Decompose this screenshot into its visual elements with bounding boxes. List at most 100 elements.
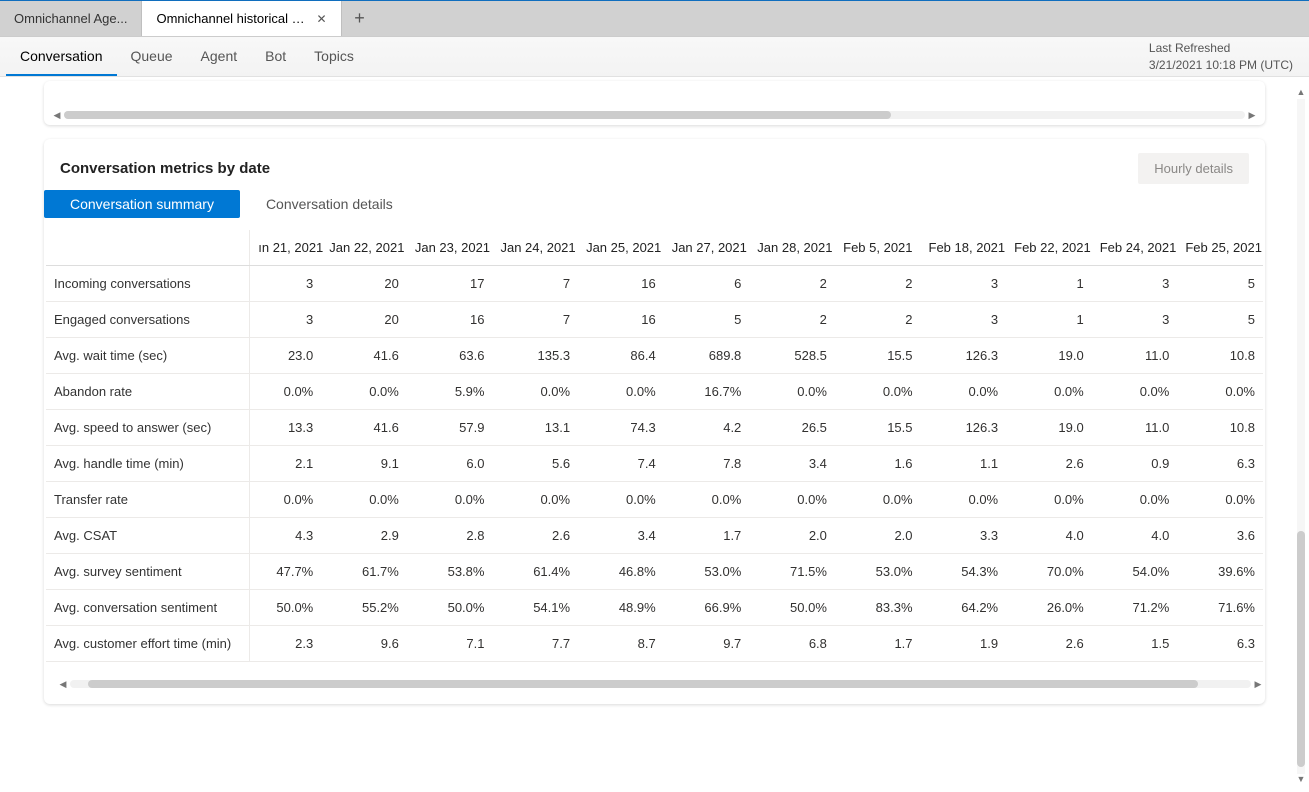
nav-tab-conversation[interactable]: Conversation bbox=[6, 37, 117, 76]
scroll-track[interactable] bbox=[64, 111, 1245, 119]
metric-value: 11.0 bbox=[1092, 338, 1178, 374]
nav-tab-queue[interactable]: Queue bbox=[117, 37, 187, 76]
metric-value: 50.0% bbox=[407, 590, 493, 626]
last-refreshed-label: Last Refreshed bbox=[1149, 40, 1293, 57]
metric-value: 9.6 bbox=[321, 626, 407, 662]
app-tab-active[interactable]: Omnichannel historical an... ✕ bbox=[142, 1, 341, 36]
nav-tab-bot[interactable]: Bot bbox=[251, 37, 300, 76]
nav-tab-topics[interactable]: Topics bbox=[300, 37, 368, 76]
metric-value: 0.0% bbox=[250, 482, 322, 518]
metric-value: 19.0 bbox=[1006, 410, 1092, 446]
table-header-row: ın 21, 2021Jan 22, 2021Jan 23, 2021Jan 2… bbox=[46, 230, 1263, 266]
add-tab-button[interactable]: + bbox=[342, 1, 378, 36]
app-tab-inactive[interactable]: Omnichannel Age... bbox=[0, 1, 142, 36]
table-row: Avg. conversation sentiment50.0%55.2%50.… bbox=[46, 590, 1263, 626]
metric-value: 53.0% bbox=[835, 554, 921, 590]
metric-value: 0.0% bbox=[921, 482, 1007, 518]
metric-value: 11.0 bbox=[1092, 410, 1178, 446]
metric-value: 4.0 bbox=[1092, 518, 1178, 554]
metric-value: 5 bbox=[1177, 302, 1263, 338]
metric-value: 6.3 bbox=[1177, 626, 1263, 662]
scroll-left-icon[interactable]: ◀ bbox=[50, 109, 64, 121]
metric-value: 15.5 bbox=[835, 338, 921, 374]
column-header: Jan 24, 2021 bbox=[492, 230, 578, 266]
metric-value: 3 bbox=[1092, 302, 1178, 338]
metric-value: 53.0% bbox=[664, 554, 750, 590]
column-header: Feb 18, 2021 bbox=[921, 230, 1007, 266]
metric-value: 1.1 bbox=[921, 446, 1007, 482]
scroll-track[interactable] bbox=[70, 680, 1251, 688]
metric-value: 26.0% bbox=[1006, 590, 1092, 626]
metric-value: 7 bbox=[492, 266, 578, 302]
metric-value: 5 bbox=[1177, 266, 1263, 302]
metric-value: 2.0 bbox=[835, 518, 921, 554]
table-body: Incoming conversations320177166223135Eng… bbox=[46, 266, 1263, 662]
metric-value: 50.0% bbox=[749, 590, 835, 626]
metric-label: Avg. wait time (sec) bbox=[46, 338, 250, 374]
metric-value: 126.3 bbox=[921, 338, 1007, 374]
metric-value: 3 bbox=[921, 302, 1007, 338]
metric-value: 3 bbox=[250, 302, 322, 338]
metric-value: 1 bbox=[1006, 302, 1092, 338]
metric-value: 0.0% bbox=[578, 482, 664, 518]
metric-value: 70.0% bbox=[1006, 554, 1092, 590]
metric-value: 66.9% bbox=[664, 590, 750, 626]
horizontal-scrollbar[interactable]: ◀ ▶ bbox=[50, 109, 1259, 121]
table-horizontal-scrollbar[interactable]: ◀ ▶ bbox=[56, 678, 1265, 690]
scroll-right-icon[interactable]: ▶ bbox=[1245, 109, 1259, 121]
card-tab-conversation-details[interactable]: Conversation details bbox=[240, 190, 419, 218]
metric-value: 6.3 bbox=[1177, 446, 1263, 482]
last-refreshed-value: 3/21/2021 10:18 PM (UTC) bbox=[1149, 57, 1293, 74]
scroll-left-icon[interactable]: ◀ bbox=[56, 678, 70, 690]
metric-value: 54.1% bbox=[492, 590, 578, 626]
scroll-track[interactable] bbox=[1297, 99, 1305, 774]
metric-value: 689.8 bbox=[664, 338, 750, 374]
scroll-thumb[interactable] bbox=[88, 680, 1198, 688]
close-icon[interactable]: ✕ bbox=[316, 12, 326, 26]
metric-value: 41.6 bbox=[321, 338, 407, 374]
metric-value: 61.4% bbox=[492, 554, 578, 590]
card-header: Conversation metrics by date Hourly deta… bbox=[44, 139, 1265, 190]
scroll-down-icon[interactable]: ▼ bbox=[1297, 774, 1306, 786]
column-header: ın 21, 2021 bbox=[250, 230, 322, 266]
vertical-scrollbar[interactable]: ▲ ▼ bbox=[1295, 87, 1307, 786]
metric-value: 7.4 bbox=[578, 446, 664, 482]
metric-value: 17 bbox=[407, 266, 493, 302]
metric-value: 1.7 bbox=[835, 626, 921, 662]
metric-value: 50.0% bbox=[250, 590, 322, 626]
column-header: Jan 28, 2021 bbox=[749, 230, 835, 266]
scroll-right-icon[interactable]: ▶ bbox=[1251, 678, 1265, 690]
metric-value: 64.2% bbox=[921, 590, 1007, 626]
metric-value: 3.4 bbox=[578, 518, 664, 554]
metric-value: 19.0 bbox=[1006, 338, 1092, 374]
card-tab-conversation-summary[interactable]: Conversation summary bbox=[44, 190, 240, 218]
metrics-table-wrap: ın 21, 2021Jan 22, 2021Jan 23, 2021Jan 2… bbox=[44, 224, 1265, 662]
metric-value: 0.0% bbox=[664, 482, 750, 518]
metric-value: 7.7 bbox=[492, 626, 578, 662]
metric-value: 57.9 bbox=[407, 410, 493, 446]
metric-value: 71.5% bbox=[749, 554, 835, 590]
card-tabs: Conversation summaryConversation details bbox=[44, 190, 1265, 224]
metric-value: 16 bbox=[578, 266, 664, 302]
metric-value: 23.0 bbox=[250, 338, 322, 374]
metric-value: 5.9% bbox=[407, 374, 493, 410]
metric-value: 2 bbox=[835, 266, 921, 302]
metric-value: 4.3 bbox=[250, 518, 322, 554]
metric-value: 2.0 bbox=[749, 518, 835, 554]
metric-value: 2 bbox=[835, 302, 921, 338]
metric-value: 16 bbox=[578, 302, 664, 338]
section-nav: ConversationQueueAgentBotTopics Last Ref… bbox=[0, 37, 1309, 77]
scroll-thumb[interactable] bbox=[1297, 531, 1305, 767]
hourly-details-button[interactable]: Hourly details bbox=[1138, 153, 1249, 184]
metric-value: 0.0% bbox=[1092, 482, 1178, 518]
scroll-thumb[interactable] bbox=[64, 111, 891, 119]
table-row: Incoming conversations320177166223135 bbox=[46, 266, 1263, 302]
nav-tab-agent[interactable]: Agent bbox=[187, 37, 252, 76]
metric-value: 0.0% bbox=[1092, 374, 1178, 410]
metric-value: 63.6 bbox=[407, 338, 493, 374]
metric-value: 4.0 bbox=[1006, 518, 1092, 554]
scroll-up-icon[interactable]: ▲ bbox=[1297, 87, 1306, 99]
metric-value: 6 bbox=[664, 266, 750, 302]
metric-value: 0.0% bbox=[321, 482, 407, 518]
metric-value: 3.3 bbox=[921, 518, 1007, 554]
